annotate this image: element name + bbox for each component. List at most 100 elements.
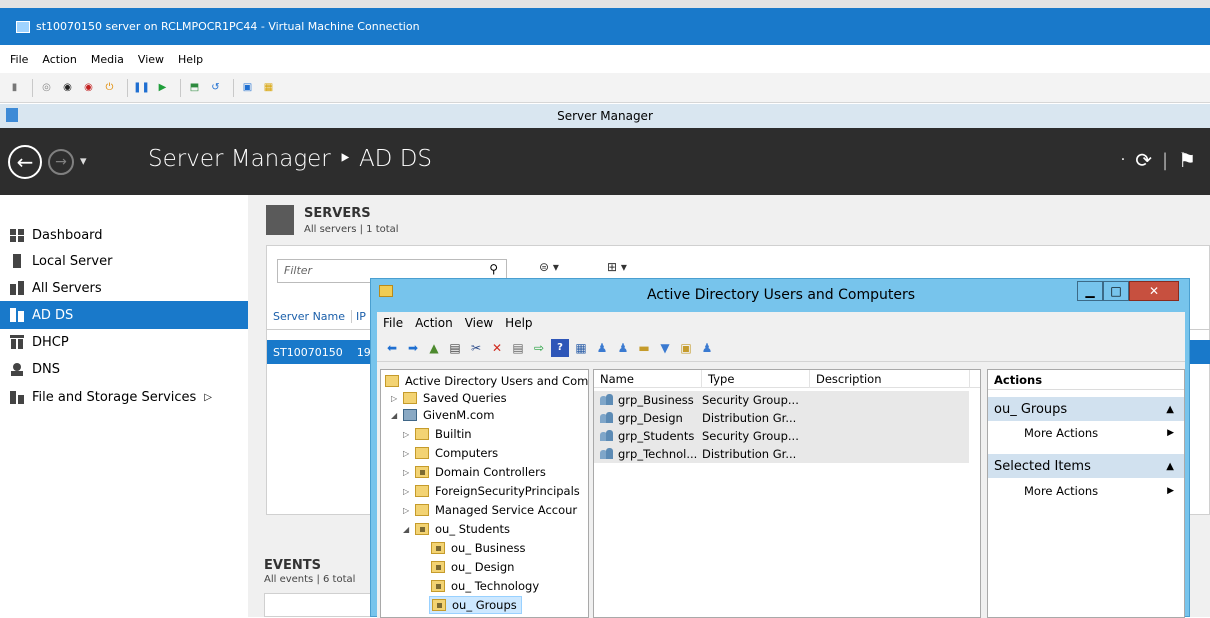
expand-icon[interactable]: ▷: [403, 449, 415, 458]
minimize-button[interactable]: ▁: [1077, 281, 1103, 301]
list-item[interactable]: grp_Design Distribution Gr...: [594, 409, 969, 427]
servers-tile-icon: [266, 205, 294, 235]
column-server-name[interactable]: Server Name: [273, 310, 345, 323]
all-servers-icon: [10, 281, 24, 295]
expand-chevron-icon[interactable]: ▷: [204, 392, 212, 403]
vm-menu-view[interactable]: View: [138, 53, 164, 66]
tree-node-saved-queries[interactable]: ▷ Saved Queries: [391, 389, 507, 407]
shutdown-icon[interactable]: ◉: [80, 79, 97, 96]
sidebar-item-ad-ds[interactable]: AD DS: [0, 301, 248, 329]
start-icon[interactable]: ◎: [38, 79, 55, 96]
vm-menu-media[interactable]: Media: [91, 53, 124, 66]
help-icon[interactable]: ?: [551, 338, 569, 357]
expand-icon[interactable]: ▷: [391, 394, 403, 403]
sidebar-item-file-and-storage[interactable]: File and Storage Services ▷: [0, 383, 248, 411]
vm-menu-action[interactable]: Action: [42, 53, 76, 66]
tree-node-foreign-security-principals[interactable]: ▷ ForeignSecurityPrincipals: [403, 482, 580, 500]
notifications-flag-icon[interactable]: ⚑: [1178, 148, 1196, 172]
history-dropdown-icon[interactable]: ▾: [80, 154, 87, 169]
list-options-icon[interactable]: ⊜ ▾: [539, 260, 559, 274]
pause-icon[interactable]: ❚❚: [133, 79, 150, 96]
actions-group-label: Selected Items: [994, 458, 1091, 474]
resume-icon[interactable]: ▶: [154, 79, 171, 96]
forward-icon[interactable]: ➡: [404, 339, 422, 357]
maximize-button[interactable]: □: [1103, 281, 1129, 301]
vm-menu-file[interactable]: File: [10, 53, 28, 66]
find-icon[interactable]: ▣: [677, 339, 695, 357]
cut-icon[interactable]: ✂: [467, 339, 485, 357]
column-name[interactable]: Name: [594, 370, 702, 388]
refresh-icon[interactable]: ⟳: [1135, 148, 1152, 172]
refresh-dropdown-icon[interactable]: ·: [1121, 152, 1125, 168]
list-item[interactable]: grp_Business Security Group...: [594, 391, 969, 409]
new-group-icon[interactable]: ♟: [614, 339, 632, 357]
forward-arrow-icon[interactable]: →: [48, 149, 74, 175]
tree-node-ou-technology[interactable]: ou_ Technology: [431, 577, 539, 595]
tree-node-domain[interactable]: ◢ GivenM.com: [391, 406, 494, 424]
aduc-menu-action[interactable]: Action: [415, 316, 453, 330]
actions-group-selected-items[interactable]: Selected Items ▲: [988, 454, 1184, 478]
back-arrow-icon[interactable]: ←: [8, 145, 42, 179]
toolbar-separator: [180, 78, 181, 97]
tree-node-ou-students[interactable]: ◢ ou_ Students: [403, 520, 510, 538]
delete-icon[interactable]: ✕: [488, 339, 506, 357]
actions-group-ou-groups[interactable]: ou_ Groups ▲: [988, 397, 1184, 421]
new-user-icon[interactable]: ♟: [593, 339, 611, 357]
toolbar-separator: [127, 78, 128, 97]
sidebar-item-dns[interactable]: DNS: [0, 355, 248, 383]
aduc-menu-file[interactable]: File: [383, 316, 403, 330]
ctrl-alt-del-icon[interactable]: ▮: [6, 79, 23, 96]
submenu-arrow-icon: ▶: [1167, 428, 1174, 438]
column-type[interactable]: Type: [702, 370, 810, 388]
tree-node-domain-controllers[interactable]: ▷ Domain Controllers: [403, 463, 546, 481]
collapse-icon[interactable]: ◢: [403, 525, 415, 534]
close-button[interactable]: ✕: [1129, 281, 1179, 301]
expand-icon[interactable]: ▷: [403, 430, 415, 439]
vm-menu-help[interactable]: Help: [178, 53, 203, 66]
new-ou-icon[interactable]: ▬: [635, 339, 653, 357]
up-folder-icon[interactable]: ▲: [425, 339, 443, 357]
aduc-menu-help[interactable]: Help: [505, 316, 532, 330]
enhanced-session-icon[interactable]: ▣: [239, 79, 256, 96]
column-description[interactable]: Description: [810, 370, 970, 388]
properties-icon[interactable]: ▤: [509, 339, 527, 357]
list-item[interactable]: grp_Technol... Distribution Gr...: [594, 445, 969, 463]
aduc-menu-view[interactable]: View: [465, 316, 493, 330]
share-icon[interactable]: ▦: [260, 79, 277, 96]
back-icon[interactable]: ⬅: [383, 339, 401, 357]
collapse-icon[interactable]: ◢: [391, 411, 403, 420]
collapse-up-icon[interactable]: ▲: [1166, 461, 1174, 472]
show-hide-tree-icon[interactable]: ▤: [446, 339, 464, 357]
tree-node-ou-business[interactable]: ou_ Business: [431, 539, 525, 557]
sidebar-item-dhcp[interactable]: DHCP: [0, 328, 248, 356]
sidebar-item-dashboard[interactable]: Dashboard: [0, 221, 248, 249]
tree-node-computers[interactable]: ▷ Computers: [403, 444, 498, 462]
checkpoint-icon[interactable]: ⬒: [186, 79, 203, 96]
export-list-icon[interactable]: ⇨: [530, 339, 548, 357]
tree-node-builtin[interactable]: ▷ Builtin: [403, 425, 472, 443]
tree-node-ou-groups[interactable]: ou_ Groups: [429, 596, 522, 614]
add-to-group-icon[interactable]: ♟: [698, 339, 716, 357]
more-actions-item[interactable]: More Actions ▶: [988, 423, 1184, 443]
power-icon[interactable]: ⏻: [101, 79, 118, 96]
row-server-name: ST10070150: [273, 345, 343, 359]
more-actions-item[interactable]: More Actions ▶: [988, 481, 1184, 501]
sidebar-item-all-servers[interactable]: All Servers: [0, 274, 248, 302]
turn-off-icon[interactable]: ◉: [59, 79, 76, 96]
action-pane-icon[interactable]: ▦: [572, 339, 590, 357]
tree-node-ou-design[interactable]: ou_ Design: [431, 558, 514, 576]
save-query-icon[interactable]: ⊞ ▾: [607, 260, 627, 274]
sidebar-item-local-server[interactable]: Local Server: [0, 247, 248, 275]
list-item[interactable]: grp_Students Security Group...: [594, 427, 969, 445]
expand-icon[interactable]: ▷: [403, 506, 415, 515]
search-icon[interactable]: ⚲: [489, 262, 498, 276]
collapse-up-icon[interactable]: ▲: [1166, 404, 1174, 415]
column-ip[interactable]: IP: [351, 310, 366, 323]
tree-node-managed-service-accounts[interactable]: ▷ Managed Service Accour: [403, 501, 577, 519]
tree-node-root[interactable]: Active Directory Users and Com: [385, 372, 588, 390]
filter-icon[interactable]: ▼: [656, 339, 674, 357]
expand-icon[interactable]: ▷: [403, 487, 415, 496]
revert-icon[interactable]: ↺: [207, 79, 224, 96]
expand-icon[interactable]: ▷: [403, 468, 415, 477]
sidebar-item-label: All Servers: [32, 280, 102, 296]
